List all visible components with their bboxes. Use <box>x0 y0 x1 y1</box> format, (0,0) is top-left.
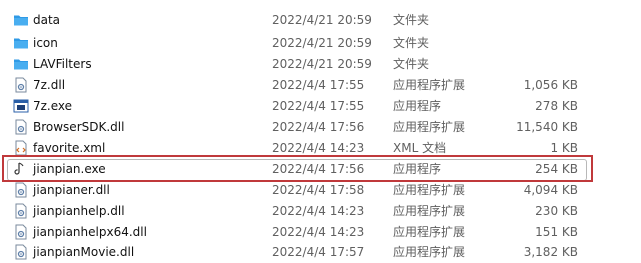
file-size: 3,182 KB <box>523 245 578 259</box>
exe-icon <box>13 98 29 114</box>
file-type: 应用程序扩展 <box>393 78 466 92</box>
folder-icon <box>13 12 29 28</box>
file-date: 2022/4/4 17:55 <box>272 99 365 113</box>
file-type: 应用程序扩展 <box>393 245 466 259</box>
file-date: 2022/4/4 14:23 <box>272 204 365 218</box>
file-size: 278 KB <box>535 99 578 113</box>
file-name: jianpianer.dll <box>33 183 110 197</box>
file-name: jianpianhelp.dll <box>33 204 125 218</box>
folder-icon <box>13 35 29 51</box>
dll-icon <box>13 119 29 135</box>
file-name: 7z.dll <box>33 78 66 92</box>
file-row-jianpianmovie-dll[interactable]: jianpianMovie.dll 2022/4/4 17:57 应用程序扩展 … <box>0 242 641 263</box>
file-size: 230 KB <box>535 204 578 218</box>
file-type: 应用程序扩展 <box>393 225 466 239</box>
dll-icon <box>13 182 29 198</box>
file-name: LAVFilters <box>33 57 92 71</box>
file-name: jianpianhelpx64.dll <box>33 225 147 239</box>
file-date: 2022/4/4 17:58 <box>272 183 365 197</box>
file-row-jianpianhelp-dll[interactable]: jianpianhelp.dll 2022/4/4 14:23 应用程序扩展 2… <box>0 201 641 222</box>
file-date: 2022/4/21 20:59 <box>272 57 372 71</box>
dll-icon <box>13 77 29 93</box>
file-type: 应用程序扩展 <box>393 120 466 134</box>
file-row-7z-dll[interactable]: 7z.dll 2022/4/4 17:55 应用程序扩展 1,056 KB <box>0 75 641 96</box>
dll-icon <box>13 244 29 260</box>
file-name: data <box>33 13 61 27</box>
file-name: BrowserSDK.dll <box>33 120 125 134</box>
folder-icon <box>13 56 29 72</box>
file-size: 4,094 KB <box>523 183 578 197</box>
file-size: 151 KB <box>535 225 578 239</box>
file-name: jianpianMovie.dll <box>33 245 135 259</box>
file-row-browsersdk-dll[interactable]: BrowserSDK.dll 2022/4/4 17:56 应用程序扩展 11,… <box>0 117 641 138</box>
file-type: 文件夹 <box>393 36 430 50</box>
dll-icon <box>13 224 29 240</box>
file-date: 2022/4/4 17:55 <box>272 78 365 92</box>
file-date: 2022/4/4 17:56 <box>272 120 365 134</box>
file-name: 7z.exe <box>33 99 73 113</box>
file-row-icon[interactable]: icon 2022/4/21 20:59 文件夹 <box>0 33 641 54</box>
file-type: 应用程序 <box>393 99 442 113</box>
file-name: icon <box>33 36 58 50</box>
file-date: 2022/4/21 20:59 <box>272 36 372 50</box>
file-list: data 2022/4/21 20:59 文件夹 icon 2022/4/21 … <box>0 0 641 263</box>
file-type: 应用程序扩展 <box>393 183 466 197</box>
file-date: 2022/4/4 14:23 <box>272 225 365 239</box>
file-type: 应用程序扩展 <box>393 204 466 218</box>
dll-icon <box>13 203 29 219</box>
file-row-lavfilters[interactable]: LAVFilters 2022/4/21 20:59 文件夹 <box>0 54 641 75</box>
file-date: 2022/4/4 17:57 <box>272 245 365 259</box>
file-size: 1,056 KB <box>523 78 578 92</box>
highlight-frame <box>2 155 593 182</box>
file-size: 11,540 KB <box>516 120 578 134</box>
file-row-data[interactable]: data 2022/4/21 20:59 文件夹 <box>0 10 641 31</box>
file-row-jianpianer-dll[interactable]: jianpianer.dll 2022/4/4 17:58 应用程序扩展 4,0… <box>0 180 641 201</box>
file-row-jianpianhelpx64-dll[interactable]: jianpianhelpx64.dll 2022/4/4 14:23 应用程序扩… <box>0 222 641 243</box>
file-date: 2022/4/21 20:59 <box>272 13 372 27</box>
file-type: 文件夹 <box>393 13 430 27</box>
file-type: 文件夹 <box>393 57 430 71</box>
file-row-7z-exe[interactable]: 7z.exe 2022/4/4 17:55 应用程序 278 KB <box>0 96 641 117</box>
xml-icon <box>13 140 29 156</box>
